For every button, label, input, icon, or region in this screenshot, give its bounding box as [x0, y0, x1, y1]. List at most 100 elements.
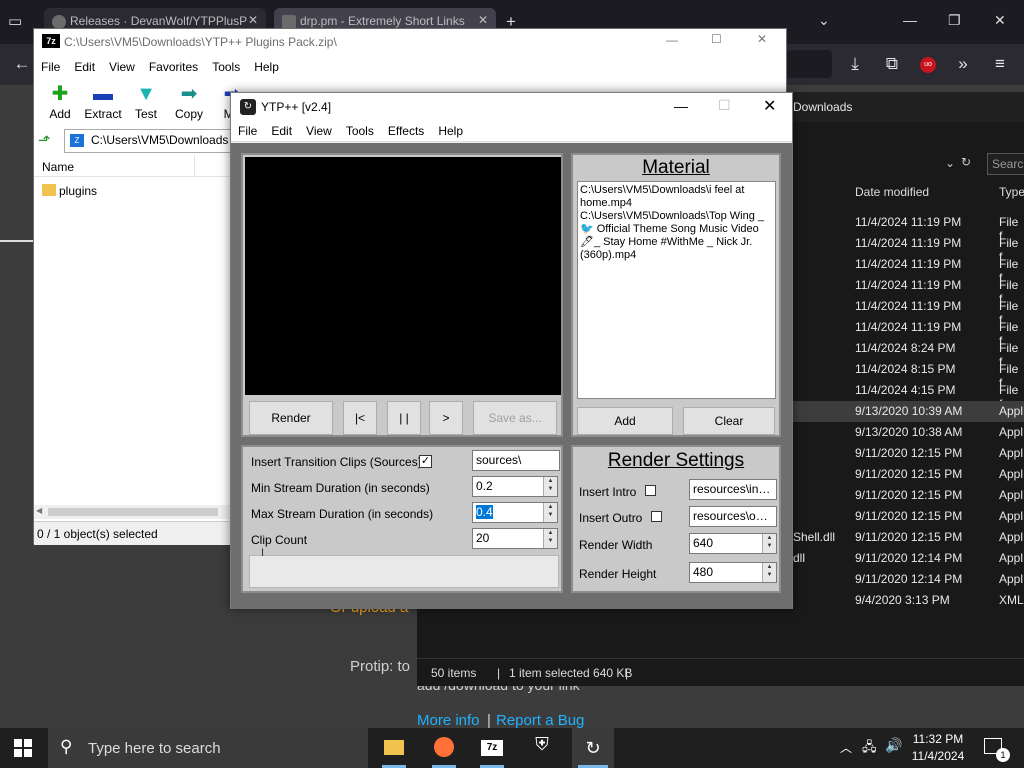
spin-arrows-icon[interactable]: ▲ ▼ — [543, 503, 557, 522]
extensions-icon[interactable]: ⧉ — [880, 54, 904, 74]
menu-file[interactable]: File — [34, 57, 67, 77]
column-header-date-modified[interactable]: Date modified — [855, 185, 929, 199]
menu-favorites[interactable]: Favorites — [142, 57, 205, 77]
stepper-value: 640 — [693, 536, 714, 550]
outro-path-field[interactable]: resources\outro. — [689, 506, 777, 527]
sevenzip-address-input[interactable]: C:\Users\VM5\Downloads — [64, 129, 234, 153]
clear-material-button[interactable]: Clear — [683, 407, 775, 435]
menu-edit[interactable]: Edit — [67, 57, 102, 77]
horizontal-scrollbar[interactable]: ◀ — [34, 505, 234, 519]
list-item[interactable]: C:\Users\VM5\Downloads\Top Wing _ 🐦 Offi… — [580, 210, 773, 262]
volume-icon[interactable]: 🔊 — [885, 737, 902, 754]
sevenzip-titlebar[interactable]: 7z C:\Users\VM5\Downloads\YTP++ Plugins … — [34, 29, 786, 55]
windows-start-icon[interactable] — [14, 739, 32, 757]
close-icon[interactable]: ✕ — [478, 13, 488, 27]
menu-effects[interactable]: Effects — [381, 121, 431, 141]
material-list[interactable]: C:\Users\VM5\Downloads\i feel at home.mp… — [577, 181, 776, 399]
hamburger-menu-icon[interactable]: ≡ — [988, 54, 1012, 74]
maximize-icon[interactable]: ☐ — [711, 32, 722, 46]
more-info-link[interactable]: More info — [417, 712, 480, 729]
add-material-button[interactable]: Add — [577, 407, 673, 435]
toolbar-extract-button[interactable]: ▬ Extract — [81, 79, 125, 125]
spin-arrows-icon[interactable]: ▲ ▼ — [762, 534, 776, 553]
list-item[interactable]: plugins — [42, 183, 222, 201]
column-divider[interactable] — [194, 155, 195, 177]
insert-transition-checkbox[interactable]: ✓ — [419, 455, 432, 468]
explorer-tab-label[interactable]: Downloads — [793, 100, 852, 114]
scroll-left-icon[interactable]: ◀ — [36, 506, 42, 515]
url-bar-edge[interactable] — [786, 50, 832, 78]
toolbar-test-button[interactable]: ▼ Test — [124, 79, 168, 125]
menu-edit[interactable]: Edit — [264, 121, 299, 141]
column-header-type[interactable]: Type — [999, 185, 1024, 199]
report-bug-link[interactable]: Report a Bug — [496, 712, 584, 729]
scrollbar-thumb[interactable] — [48, 508, 218, 516]
clock-time[interactable]: 11:32 PM — [906, 732, 970, 746]
ytp-taskbar-icon[interactable]: ↻ — [572, 728, 614, 768]
menu-help[interactable]: Help — [247, 57, 286, 77]
menu-view[interactable]: View — [102, 57, 142, 77]
render-width-stepper[interactable]: 640 ▲ ▼ — [689, 533, 777, 554]
file-explorer-taskbar-icon[interactable] — [378, 734, 410, 762]
close-icon[interactable]: ✕ — [994, 12, 1006, 29]
list-item[interactable]: C:\Users\VM5\Downloads\i feel at home.mp… — [580, 184, 773, 210]
show-hidden-icons-chevron-icon[interactable]: ︿ — [840, 739, 852, 756]
close-icon[interactable]: ✕ — [248, 13, 258, 27]
insert-intro-checkbox[interactable] — [645, 485, 656, 496]
clock-date[interactable]: 11/4/2024 — [906, 749, 970, 763]
generation-settings-panel: Insert Transition Clips (Sources) ✓ sour… — [241, 445, 563, 593]
up-folder-icon[interactable]: ⬏ — [38, 131, 51, 149]
next-button[interactable]: > — [429, 401, 463, 435]
menu-file[interactable]: File — [231, 121, 264, 141]
taskbar-search-box[interactable]: ⚲ Type here to search — [48, 728, 368, 768]
menu-view[interactable]: View — [299, 121, 339, 141]
date-modified: 11/4/2024 11:19 PM — [855, 215, 962, 229]
refresh-icon[interactable]: ↻ — [961, 155, 971, 169]
search-icon: ⚲ — [60, 737, 73, 756]
maximize-icon[interactable]: ☐ — [718, 97, 731, 114]
column-header-name[interactable]: Name — [42, 160, 74, 174]
sources-field[interactable]: sources\ — [472, 450, 560, 471]
tab-overview-icon[interactable]: ▭ — [8, 12, 22, 30]
date-modified: 9/13/2020 10:39 AM — [855, 404, 963, 418]
ytp-titlebar[interactable]: ↻ YTP++ [v2.4] — ☐ ✕ — [231, 93, 792, 121]
toolbar-copy-button[interactable]: ➡ Copy — [167, 79, 211, 125]
menu-tools[interactable]: Tools — [205, 57, 247, 77]
render-button[interactable]: Render — [249, 401, 333, 435]
download-icon[interactable]: ⤓ — [843, 54, 867, 74]
explorer-search-input[interactable]: Search — [987, 153, 1024, 175]
menu-tools[interactable]: Tools — [339, 121, 381, 141]
overflow-chevron-icon[interactable]: » — [951, 54, 975, 74]
min-stream-stepper[interactable]: 0.2 ▲ ▼ — [472, 476, 558, 497]
network-icon[interactable]: 🖧 — [862, 738, 877, 760]
minimize-icon[interactable]: — — [674, 98, 688, 114]
spin-arrows-icon[interactable]: ▲ ▼ — [543, 529, 557, 548]
ytp-menubar: File Edit View Tools Effects Help — [231, 121, 792, 142]
intro-path-field[interactable]: resources\intro.r — [689, 479, 777, 500]
skip-to-start-button[interactable]: |< — [343, 401, 377, 435]
render-height-stepper[interactable]: 480 ▲ ▼ — [689, 562, 777, 583]
firefox-icon[interactable] — [428, 734, 460, 762]
dropdown-chevron-icon[interactable]: ⌄ — [945, 156, 955, 170]
restore-icon[interactable]: ❐ — [948, 12, 961, 29]
minimize-icon[interactable]: — — [666, 33, 678, 47]
close-icon[interactable]: ✕ — [757, 32, 767, 46]
max-stream-stepper[interactable]: 0.4 ▲ ▼ — [472, 502, 558, 523]
sevenzip-taskbar-icon[interactable]: 7z — [476, 734, 508, 762]
clip-count-stepper[interactable]: 20 ▲ ▼ — [472, 528, 558, 549]
file-name: plugins — [59, 184, 98, 198]
spin-arrows-icon[interactable]: ▲ ▼ — [762, 563, 776, 582]
file-type: Appl — [999, 509, 1024, 523]
save-as-button[interactable]: Save as... — [473, 401, 557, 435]
pause-button[interactable]: | | — [387, 401, 421, 435]
security-shield-icon[interactable]: ⛨ — [526, 734, 558, 762]
minimize-icon[interactable]: — — [903, 12, 917, 28]
spin-arrows-icon[interactable]: ▲ ▼ — [543, 477, 557, 496]
toolbar-add-button[interactable]: ✚ Add — [38, 79, 82, 125]
menu-help[interactable]: Help — [431, 121, 470, 141]
back-arrow-icon[interactable]: ← — [10, 54, 34, 74]
close-icon[interactable]: ✕ — [763, 96, 776, 116]
ublock-icon[interactable]: uo — [920, 57, 936, 73]
insert-outro-checkbox[interactable] — [651, 511, 662, 522]
chevron-down-icon[interactable]: ⌄ — [818, 12, 830, 29]
